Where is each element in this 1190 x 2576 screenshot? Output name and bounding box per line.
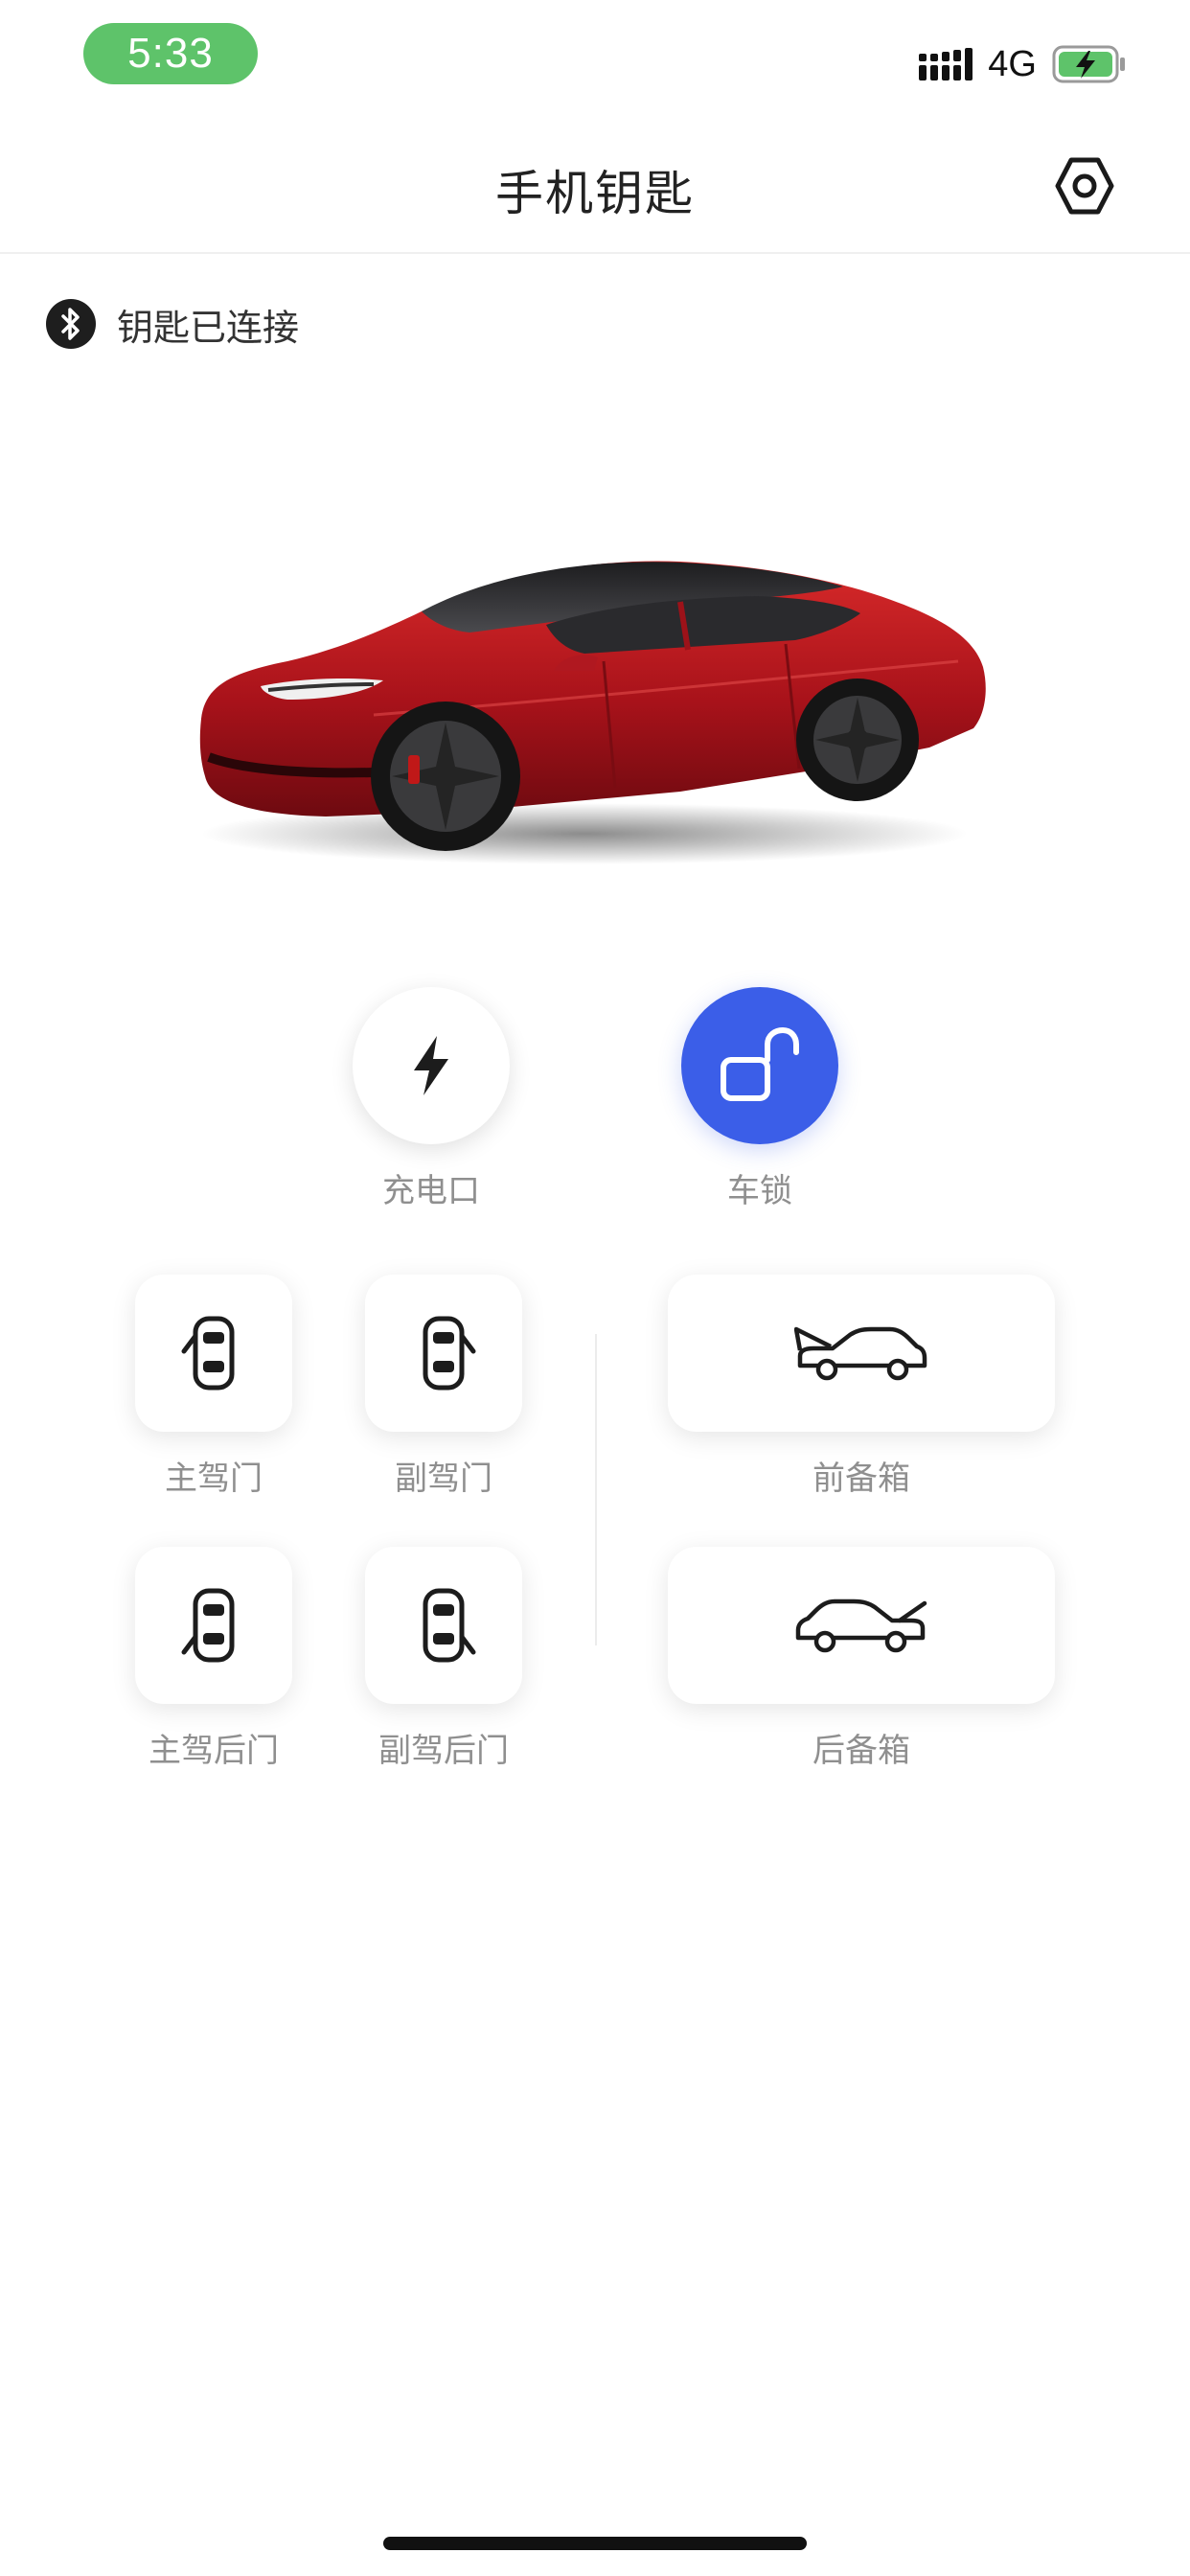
charge-port-label: 充电口 [382, 1172, 480, 1210]
driver-door-button[interactable] [135, 1275, 292, 1432]
front-trunk-label: 前备箱 [812, 1460, 910, 1498]
status-time: 5:33 [83, 23, 258, 84]
red-sedan-image [182, 518, 1006, 872]
battery-charging-icon [1052, 45, 1125, 83]
rear-trunk-icon [795, 1598, 927, 1653]
charge-port-button[interactable] [353, 987, 510, 1144]
network-label: 4G [988, 43, 1037, 84]
settings-button[interactable] [1049, 150, 1120, 221]
driver-rear-door-label: 主驾后门 [149, 1732, 279, 1770]
connection-status-text: 钥匙已连接 [117, 306, 300, 349]
passenger-rear-door-button[interactable] [365, 1547, 522, 1704]
car-lock-button[interactable] [681, 987, 838, 1144]
lightning-bolt-icon [414, 1036, 448, 1095]
passenger-door-label: 副驾门 [395, 1460, 492, 1498]
home-indicator[interactable] [383, 2537, 807, 2550]
header-divider [0, 252, 1190, 254]
passenger-door-icon [423, 1316, 476, 1391]
driver-door-icon [181, 1316, 235, 1391]
driver-rear-door-icon [181, 1588, 235, 1663]
signal-bars-icon [919, 48, 973, 80]
page-title: 手机钥匙 [495, 166, 695, 221]
status-right: 4G [919, 40, 1127, 88]
settings-hex-icon [1055, 157, 1114, 215]
rear-trunk-button[interactable] [668, 1547, 1055, 1704]
bluetooth-icon [46, 299, 96, 349]
rear-trunk-label: 后备箱 [812, 1732, 910, 1770]
passenger-rear-door-label: 副驾后门 [378, 1732, 509, 1770]
passenger-rear-door-icon [423, 1588, 476, 1663]
front-trunk-button[interactable] [668, 1275, 1055, 1432]
driver-rear-door-button[interactable] [135, 1547, 292, 1704]
driver-door-label: 主驾门 [165, 1460, 263, 1498]
passenger-door-button[interactable] [365, 1275, 522, 1432]
unlocked-padlock-icon [721, 1027, 799, 1101]
controls-divider [595, 1334, 597, 1645]
front-trunk-icon [794, 1326, 927, 1381]
connection-status: 钥匙已连接 [46, 297, 299, 351]
car-lock-label: 车锁 [727, 1172, 792, 1210]
